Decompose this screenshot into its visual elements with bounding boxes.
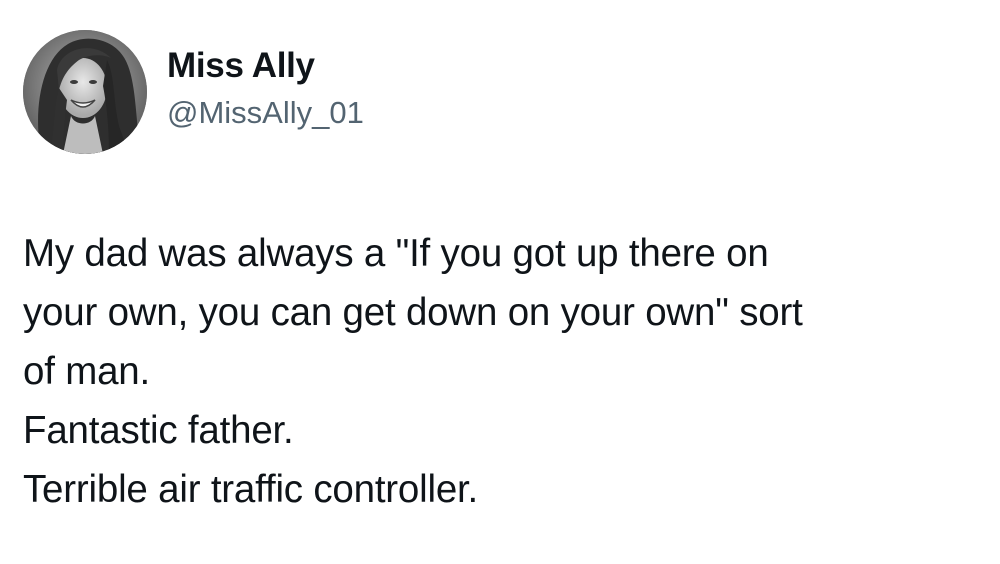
avatar[interactable] [23, 30, 147, 154]
author-display-name[interactable]: Miss Ally [167, 45, 364, 87]
tweet-text-line: My dad was always a "If you got up there… [23, 232, 769, 275]
tweet-text-line: your own, you can get down on your own" … [23, 291, 803, 334]
tweet-card: Miss Ally @MissAlly_01 My dad was always… [0, 0, 1000, 564]
tweet-text-line: Fantastic father. [23, 409, 294, 452]
avatar-photo [23, 30, 147, 154]
author-identity: Miss Ally @MissAlly_01 [167, 45, 364, 133]
tweet-text-line: of man. [23, 350, 150, 393]
author-handle[interactable]: @MissAlly_01 [167, 93, 364, 133]
tweet-text-line: Terrible air traffic controller. [23, 468, 479, 511]
tweet-header: Miss Ally @MissAlly_01 [23, 30, 364, 154]
tweet-text: My dad was always a "If you got up there… [23, 224, 983, 519]
